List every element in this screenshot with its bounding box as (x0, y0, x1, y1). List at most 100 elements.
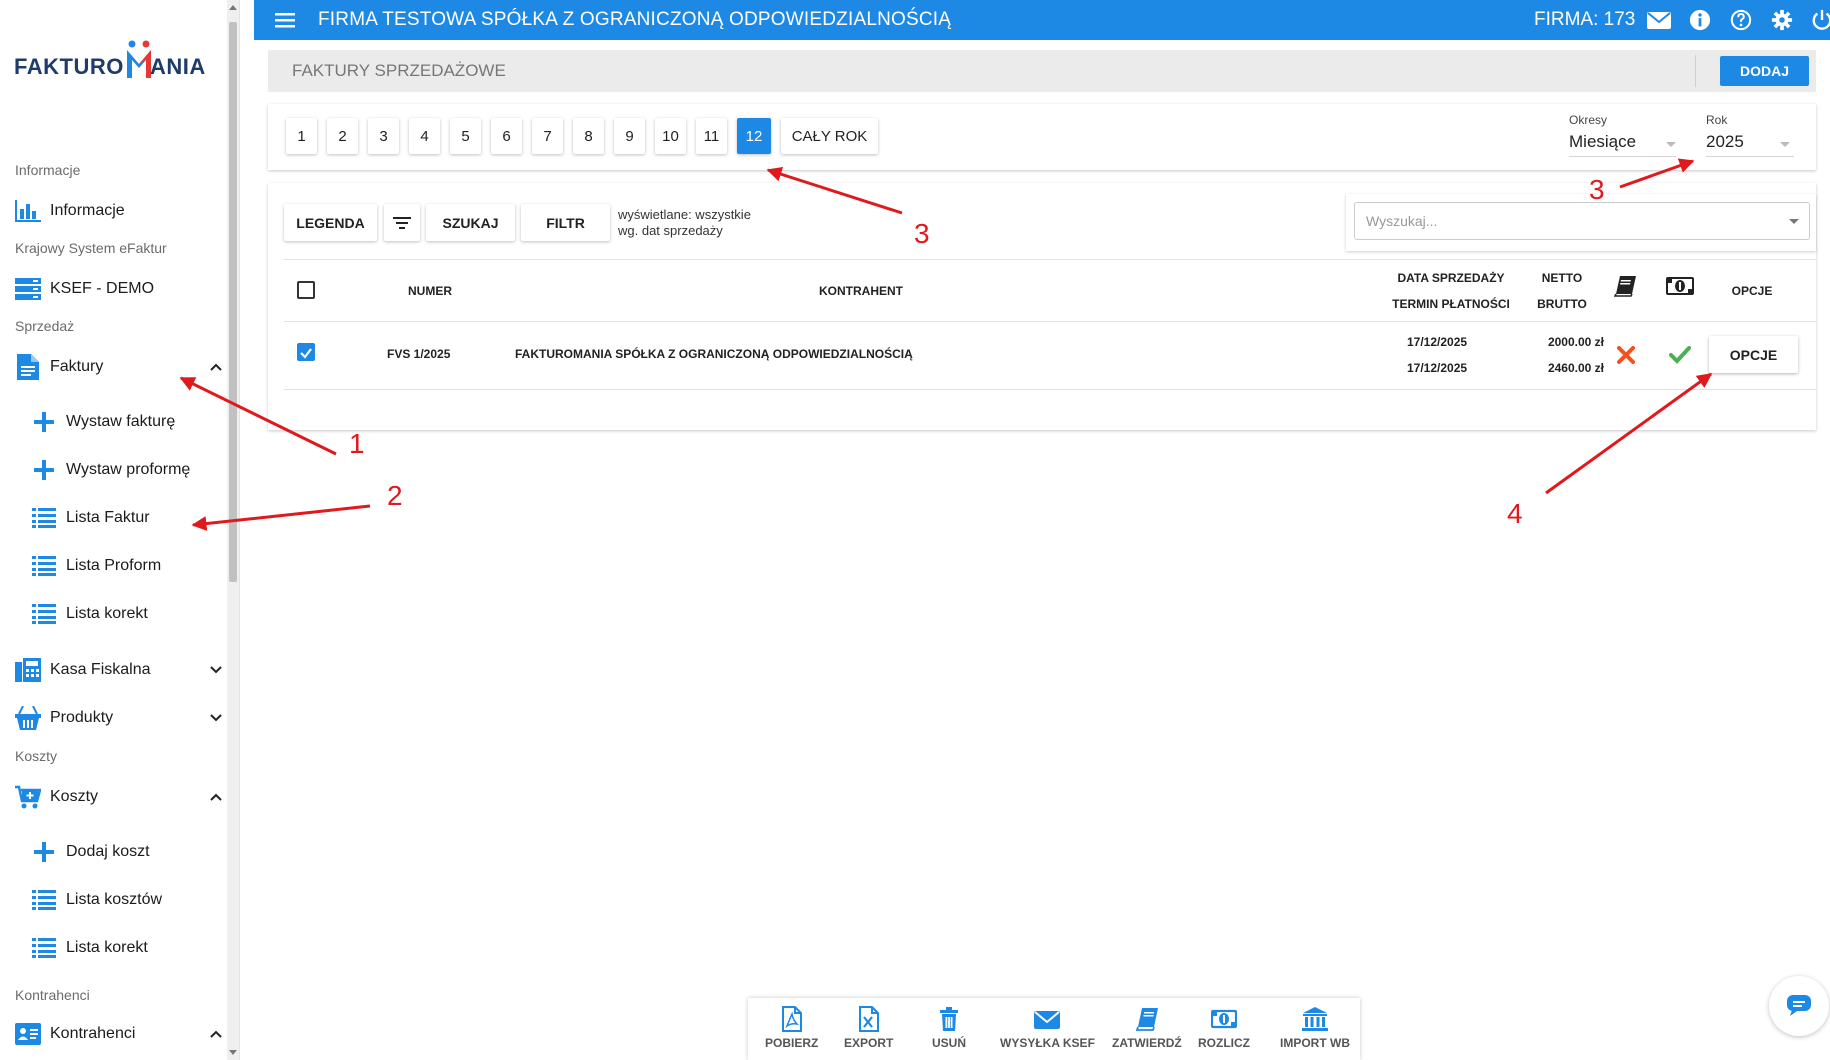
cash-register-icon (14, 656, 42, 684)
okresy-dropdown-icon[interactable] (1666, 142, 1676, 147)
sidebar-item-lista-faktur[interactable]: Lista Faktur (32, 503, 232, 533)
logo-text-left: FAKTURO (14, 54, 124, 79)
add-button[interactable]: DODAJ (1720, 56, 1809, 86)
month-button-2[interactable]: 2 (327, 118, 358, 154)
power-icon[interactable] (1810, 9, 1830, 31)
sort-filter-icon-button[interactable] (384, 204, 420, 241)
cell-termin-platnosci: 17/12/2025 (1407, 361, 1468, 375)
search-dropdown-icon[interactable] (1789, 219, 1799, 224)
sidebar-item-faktury[interactable]: Faktury (14, 352, 224, 382)
row-options-button[interactable]: OPCJE (1709, 336, 1798, 373)
list-icon (32, 936, 56, 960)
chevron-down-icon[interactable] (208, 662, 224, 678)
cell-numer[interactable]: FVS 1/2025 (387, 347, 450, 361)
col-termin-platnosci[interactable]: TERMIN PŁATNOŚCI (1380, 297, 1522, 311)
sidebar-item-lista-kosztow[interactable]: Lista kosztów (32, 885, 232, 915)
pobierz-button[interactable]: POBIERZ (765, 1006, 818, 1054)
sidebar-item-wystaw-proforme[interactable]: Wystaw proformę (32, 455, 232, 485)
search-container (1346, 194, 1816, 251)
sidebar-item-lista-korekt[interactable]: Lista korekt (32, 599, 232, 629)
check-icon (300, 348, 312, 359)
sidebar-item-koszty[interactable]: Koszty (14, 782, 224, 812)
sidebar-item-ksef-demo[interactable]: KSEF - DEMO (14, 274, 224, 304)
scroll-up-arrow[interactable] (229, 5, 237, 10)
cell-kontrahent: FAKTUROMANIA SPÓŁKA Z OGRANICZONĄ ODPOWI… (515, 347, 913, 361)
month-button-9[interactable]: 9 (614, 118, 645, 154)
col-brutto[interactable]: BRUTTO (1522, 297, 1602, 311)
invoice-list-card: LEGENDA SZUKAJ FILTR wyświetlane: wszyst… (268, 183, 1816, 430)
sidebar-scrollbar[interactable] (227, 0, 239, 1060)
paid-check-icon[interactable] (1669, 346, 1691, 364)
rok-select[interactable]: 2025 (1706, 132, 1744, 152)
month-button-11[interactable]: 11 (696, 118, 727, 154)
legend-button[interactable]: LEGENDA (284, 204, 377, 241)
search-button[interactable]: SZUKAJ (426, 204, 515, 241)
okresy-label: Okresy (1569, 113, 1608, 127)
sidebar-item-kasa-fiskalna[interactable]: Kasa Fiskalna (14, 655, 224, 685)
sidebar-item-dodaj-koszt[interactable]: Dodaj koszt (32, 837, 232, 867)
col-kontrahent[interactable]: KONTRAHENT (819, 284, 903, 298)
chevron-up-icon[interactable] (208, 359, 224, 375)
info-icon[interactable] (1688, 9, 1712, 31)
chevron-down-icon[interactable] (208, 710, 224, 726)
search-input[interactable] (1354, 202, 1810, 240)
hamburger-menu-icon[interactable] (274, 9, 296, 31)
rok-dropdown-icon[interactable] (1780, 142, 1790, 147)
month-button-5[interactable]: 5 (450, 118, 481, 154)
rok-underline (1706, 156, 1794, 157)
scroll-down-arrow[interactable] (229, 1050, 237, 1055)
table-top-divider (284, 259, 1816, 260)
month-button-1[interactable]: 1 (286, 118, 317, 154)
month-button-4[interactable]: 4 (409, 118, 440, 154)
sidebar-item-kontrahenci[interactable]: Kontrahenci (14, 1019, 224, 1049)
chevron-up-icon[interactable] (208, 1026, 224, 1042)
annotation-1: 1 (349, 428, 365, 459)
row-checkbox[interactable] (297, 343, 315, 361)
sidebar-item-informacje[interactable]: Informacje (14, 196, 224, 226)
sidebar-item-lista-korekt-koszty[interactable]: Lista korekt (32, 933, 232, 963)
sidebar-item-lista-proform[interactable]: Lista Proform (32, 551, 232, 581)
month-button-8[interactable]: 8 (573, 118, 604, 154)
wysylka-ksef-button[interactable]: WYSYŁKA KSEF (1000, 1006, 1095, 1054)
month-button-12[interactable]: 12 (737, 118, 771, 154)
rozlicz-button[interactable]: ROZLICZ (1198, 1006, 1250, 1054)
export-button[interactable]: EXPORT (844, 1006, 893, 1054)
help-icon[interactable] (1729, 9, 1753, 31)
chat-widget-button[interactable] (1769, 976, 1829, 1036)
sidebar-item-produkty[interactable]: Produkty (14, 703, 224, 733)
trash-icon (940, 1007, 958, 1031)
logo-text-right: ANIA (150, 54, 206, 79)
annotation-3a: 3 (914, 218, 930, 249)
filter-lines-icon (393, 216, 411, 229)
document-icon (14, 353, 42, 381)
select-all-checkbox[interactable] (297, 281, 315, 299)
envelope-icon[interactable] (1647, 9, 1671, 31)
okresy-select[interactable]: Miesiące (1569, 132, 1636, 152)
section-informacje: Informacje (15, 162, 81, 178)
fakturomania-logo[interactable]: FAKTURO ANIA (14, 40, 228, 85)
filter-button[interactable]: FILTR (521, 204, 610, 241)
month-button-6[interactable]: 6 (491, 118, 522, 154)
scroll-thumb[interactable] (229, 22, 237, 582)
col-data-sprzedazy[interactable]: DATA SPRZEDAŻY (1386, 271, 1516, 285)
money-icon (1211, 1009, 1237, 1029)
sidebar-item-wystaw-fakture[interactable]: Wystaw fakturę (32, 407, 232, 437)
usun-button[interactable]: USUŃ (932, 1006, 966, 1054)
whole-year-button[interactable]: CAŁY ROK (781, 118, 878, 154)
col-numer[interactable]: NUMER (408, 284, 452, 298)
col-netto[interactable]: NETTO (1522, 271, 1602, 285)
section-ksef: Krajowy System eFaktur (15, 240, 167, 256)
chevron-up-icon[interactable] (208, 789, 224, 805)
book-icon (1135, 1008, 1158, 1031)
month-button-10[interactable]: 10 (655, 118, 686, 154)
rok-label: Rok (1706, 113, 1728, 127)
annotation-3b: 3 (1589, 174, 1605, 205)
chat-icon (1787, 995, 1811, 1016)
import-wb-button[interactable]: IMPORT WB (1280, 1006, 1350, 1054)
not-booked-x-icon[interactable] (1617, 346, 1635, 364)
plus-icon (32, 840, 56, 864)
month-button-7[interactable]: 7 (532, 118, 563, 154)
gear-icon[interactable] (1770, 9, 1794, 31)
month-button-3[interactable]: 3 (368, 118, 399, 154)
zatwierdz-button[interactable]: ZATWIERDŹ (1112, 1006, 1182, 1054)
